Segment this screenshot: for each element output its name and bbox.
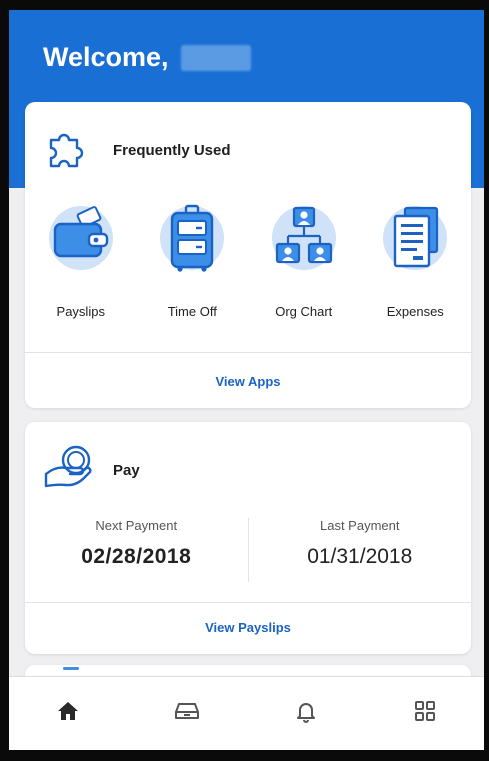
view-apps-link[interactable]: View Apps — [25, 374, 471, 389]
hand-coin-icon — [43, 444, 95, 497]
app-payslips[interactable]: Payslips — [25, 202, 137, 319]
app-label-payslips: Payslips — [56, 304, 105, 319]
frequently-used-header: Frequently Used — [43, 124, 231, 177]
last-payment-date: 01/31/2018 — [307, 545, 413, 568]
inbox-icon — [174, 699, 200, 728]
app-label-expenses: Expenses — [386, 304, 444, 319]
app-expenses[interactable]: Expenses — [360, 202, 472, 319]
payment-summary: Next Payment 02/28/2018 Last Payment 01/… — [25, 518, 471, 582]
next-payment: Next Payment 02/28/2018 — [25, 518, 248, 582]
welcome-heading: Welcome, — [43, 42, 251, 73]
pay-card: Pay Next Payment 02/28/2018 Last Payment… — [25, 422, 471, 654]
app-shortcuts: Payslips Time Off Org Chart Expenses — [25, 202, 471, 319]
app-org-chart[interactable]: Org Chart — [248, 202, 360, 319]
frequently-used-title: Frequently Used — [113, 142, 231, 159]
card-divider — [25, 352, 471, 353]
frequently-used-card: Frequently Used Payslips Time Off Org Ch… — [25, 102, 471, 408]
next-payment-date: 02/28/2018 — [81, 545, 192, 568]
home-icon — [56, 699, 80, 728]
wallet-icon — [45, 202, 117, 274]
last-payment-label: Last Payment — [320, 518, 400, 533]
tab-inbox[interactable] — [157, 684, 217, 744]
last-payment: Last Payment 01/31/2018 — [249, 518, 472, 582]
view-payslips-link[interactable]: View Payslips — [25, 620, 471, 635]
bell-icon — [294, 699, 318, 728]
device-frame: Welcome, Frequently Used Payslips Time O… — [0, 0, 489, 761]
partial-card-icon — [63, 667, 79, 670]
app-label-time-off: Time Off — [167, 304, 217, 319]
tab-apps[interactable] — [395, 684, 455, 744]
org-chart-icon — [268, 202, 340, 274]
puzzle-icon — [43, 124, 91, 177]
tab-notifications[interactable] — [276, 684, 336, 744]
redacted-user-name — [180, 44, 251, 71]
tab-home[interactable] — [38, 684, 98, 744]
pay-header: Pay — [43, 444, 140, 497]
pay-title: Pay — [113, 462, 140, 479]
suitcase-icon — [156, 202, 228, 274]
next-payment-label: Next Payment — [95, 518, 178, 533]
bottom-tab-bar — [9, 676, 484, 750]
welcome-text: Welcome, — [43, 42, 169, 72]
apps-grid-icon — [413, 699, 437, 728]
app-label-org-chart: Org Chart — [275, 304, 333, 319]
document-icon — [379, 202, 451, 274]
app-screen: Welcome, Frequently Used Payslips Time O… — [9, 10, 484, 750]
app-time-off[interactable]: Time Off — [137, 202, 249, 319]
card-divider — [25, 602, 471, 603]
